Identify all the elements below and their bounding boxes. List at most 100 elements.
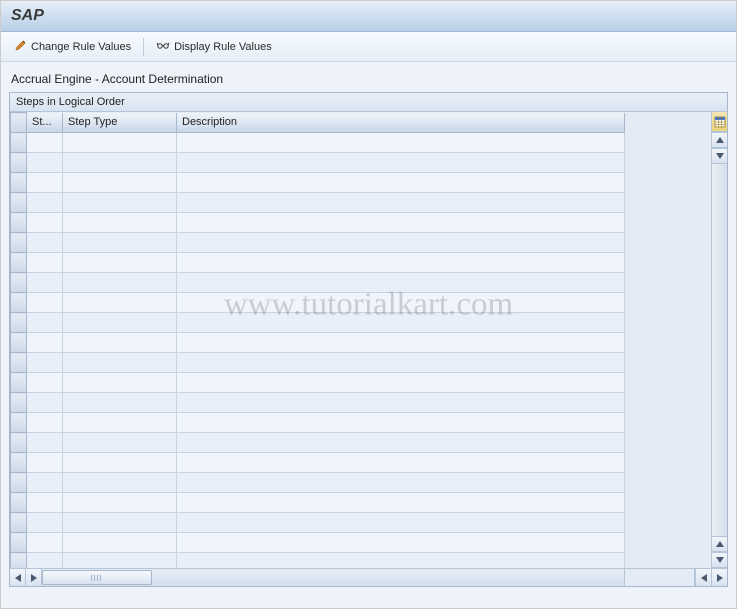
- cell-step-no[interactable]: [27, 313, 63, 333]
- cell-step-type[interactable]: [63, 433, 177, 453]
- cell-description[interactable]: [177, 133, 625, 153]
- cell-description[interactable]: [177, 313, 625, 333]
- cell-step-type[interactable]: [63, 553, 177, 569]
- cell-step-no[interactable]: [27, 493, 63, 513]
- scroll-right-button[interactable]: [26, 569, 42, 586]
- scroll-up-button-2[interactable]: [712, 536, 727, 552]
- cell-description[interactable]: [177, 293, 625, 313]
- row-selector[interactable]: [11, 353, 27, 373]
- row-selector[interactable]: [11, 473, 27, 493]
- row-selector[interactable]: [11, 293, 27, 313]
- display-rule-values-button[interactable]: Display Rule Values: [148, 36, 280, 57]
- table-row[interactable]: [11, 433, 625, 453]
- cell-step-type[interactable]: [63, 193, 177, 213]
- table-row[interactable]: [11, 273, 625, 293]
- cell-step-type[interactable]: [63, 473, 177, 493]
- horizontal-scrollbar[interactable]: [10, 568, 727, 586]
- cell-step-type[interactable]: [63, 353, 177, 373]
- column-header-step-no[interactable]: St...: [27, 113, 63, 133]
- table-row[interactable]: [11, 513, 625, 533]
- cell-step-type[interactable]: [63, 273, 177, 293]
- cell-step-no[interactable]: [27, 213, 63, 233]
- table-row[interactable]: [11, 493, 625, 513]
- row-selector[interactable]: [11, 393, 27, 413]
- row-selector[interactable]: [11, 553, 27, 569]
- cell-step-no[interactable]: [27, 153, 63, 173]
- cell-description[interactable]: [177, 173, 625, 193]
- cell-step-type[interactable]: [63, 393, 177, 413]
- row-selector[interactable]: [11, 533, 27, 553]
- cell-step-type[interactable]: [63, 293, 177, 313]
- cell-step-no[interactable]: [27, 173, 63, 193]
- cell-step-no[interactable]: [27, 333, 63, 353]
- cell-step-type[interactable]: [63, 313, 177, 333]
- table-row[interactable]: [11, 333, 625, 353]
- cell-description[interactable]: [177, 533, 625, 553]
- table-settings-button[interactable]: [712, 112, 727, 132]
- cell-step-no[interactable]: [27, 373, 63, 393]
- table-row[interactable]: [11, 133, 625, 153]
- cell-description[interactable]: [177, 253, 625, 273]
- vertical-scrollbar[interactable]: [711, 112, 727, 568]
- cell-description[interactable]: [177, 213, 625, 233]
- table-row[interactable]: [11, 173, 625, 193]
- cell-description[interactable]: [177, 413, 625, 433]
- row-selector[interactable]: [11, 133, 27, 153]
- cell-description[interactable]: [177, 273, 625, 293]
- cell-description[interactable]: [177, 453, 625, 473]
- cell-description[interactable]: [177, 373, 625, 393]
- table-row[interactable]: [11, 153, 625, 173]
- row-selector[interactable]: [11, 173, 27, 193]
- cell-description[interactable]: [177, 333, 625, 353]
- row-selector[interactable]: [11, 493, 27, 513]
- table-row[interactable]: [11, 293, 625, 313]
- cell-step-no[interactable]: [27, 473, 63, 493]
- cell-step-no[interactable]: [27, 413, 63, 433]
- cell-step-type[interactable]: [63, 173, 177, 193]
- cell-step-type[interactable]: [63, 153, 177, 173]
- horizontal-scroll-track[interactable]: [42, 569, 625, 586]
- cell-description[interactable]: [177, 193, 625, 213]
- column-header-rowselector[interactable]: [11, 113, 27, 133]
- vertical-scroll-track[interactable]: [712, 164, 727, 536]
- row-selector[interactable]: [11, 453, 27, 473]
- cell-description[interactable]: [177, 353, 625, 373]
- cell-description[interactable]: [177, 513, 625, 533]
- cell-step-no[interactable]: [27, 393, 63, 413]
- row-selector[interactable]: [11, 513, 27, 533]
- cell-step-type[interactable]: [63, 453, 177, 473]
- table-row[interactable]: [11, 193, 625, 213]
- table-row[interactable]: [11, 253, 625, 273]
- row-selector[interactable]: [11, 433, 27, 453]
- table-row[interactable]: [11, 213, 625, 233]
- scroll-up-button[interactable]: [712, 132, 727, 148]
- table-row[interactable]: [11, 553, 625, 569]
- table-row[interactable]: [11, 533, 625, 553]
- table-row[interactable]: [11, 313, 625, 333]
- cell-step-type[interactable]: [63, 493, 177, 513]
- column-header-step-type[interactable]: Step Type: [63, 113, 177, 133]
- cell-step-no[interactable]: [27, 533, 63, 553]
- cell-step-no[interactable]: [27, 433, 63, 453]
- cell-step-no[interactable]: [27, 133, 63, 153]
- row-selector[interactable]: [11, 213, 27, 233]
- scroll-down-button[interactable]: [712, 148, 727, 164]
- table-row[interactable]: [11, 473, 625, 493]
- change-rule-values-button[interactable]: Change Rule Values: [7, 36, 139, 57]
- table-row[interactable]: [11, 393, 625, 413]
- scroll-left-button[interactable]: [10, 569, 26, 586]
- cell-step-type[interactable]: [63, 413, 177, 433]
- scroll-left-button-2[interactable]: [695, 569, 711, 586]
- table-row[interactable]: [11, 453, 625, 473]
- cell-description[interactable]: [177, 473, 625, 493]
- steps-table[interactable]: St... Step Type Description: [10, 112, 625, 568]
- cell-step-type[interactable]: [63, 373, 177, 393]
- scroll-down-button-2[interactable]: [712, 552, 727, 568]
- table-row[interactable]: [11, 233, 625, 253]
- cell-description[interactable]: [177, 393, 625, 413]
- cell-description[interactable]: [177, 493, 625, 513]
- scroll-right-button-2[interactable]: [711, 569, 727, 586]
- table-row[interactable]: [11, 353, 625, 373]
- cell-step-type[interactable]: [63, 133, 177, 153]
- column-header-description[interactable]: Description: [177, 113, 625, 133]
